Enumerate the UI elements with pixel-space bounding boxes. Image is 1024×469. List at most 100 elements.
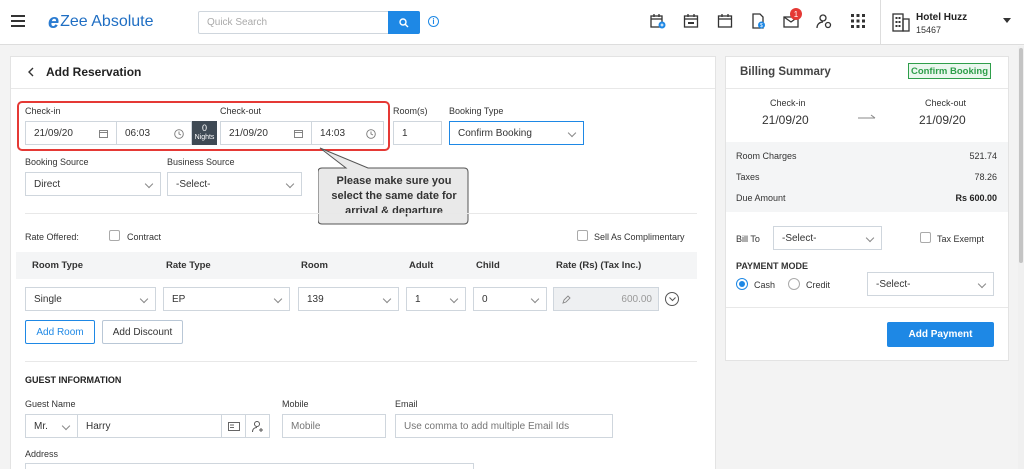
col-rate-type: Rate Type: [166, 260, 211, 271]
billing-title: Billing Summary: [740, 66, 831, 78]
logo-mark: e: [48, 10, 60, 33]
arrow-right-icon: [858, 113, 876, 124]
child-select[interactable]: 0: [473, 287, 547, 311]
calendar-icon[interactable]: [716, 12, 734, 30]
divider: [11, 88, 715, 89]
chevron-down-icon: [977, 279, 987, 289]
business-source-label: Business Source: [167, 157, 235, 167]
bill-to-value: -Select-: [782, 232, 817, 244]
add-user-icon: [252, 420, 263, 432]
payment-method-value: -Select-: [876, 278, 911, 290]
add-discount-button[interactable]: Add Discount: [102, 320, 183, 344]
complimentary-checkbox[interactable]: [577, 230, 588, 241]
id-card-button[interactable]: [221, 414, 246, 438]
hotel-building-icon: [892, 12, 910, 35]
col-adult: Adult: [409, 260, 434, 271]
page-title: Add Reservation: [46, 65, 142, 79]
col-room: Room: [301, 260, 328, 271]
add-room-button[interactable]: Add Room: [25, 320, 95, 344]
rooms-input[interactable]: 1: [393, 121, 442, 145]
contract-checkbox[interactable]: [109, 230, 120, 241]
room-type-select[interactable]: Single: [25, 287, 156, 311]
adult-value: 1: [415, 293, 421, 305]
business-source-value: -Select-: [176, 178, 211, 190]
guest-name-input[interactable]: Harry: [77, 414, 222, 438]
child-value: 0: [482, 293, 488, 305]
add-payment-button[interactable]: Add Payment: [887, 322, 994, 347]
invoice-icon[interactable]: $: [749, 12, 767, 30]
col-rate: Rate (Rs) (Tax Inc.): [556, 260, 642, 271]
user-settings-icon[interactable]: [815, 12, 833, 30]
room-charges-label: Room Charges: [736, 151, 797, 161]
email-label: Email: [395, 399, 418, 409]
room-value: 139: [307, 293, 324, 305]
hotel-dropdown-icon[interactable]: [1003, 18, 1011, 23]
bill-to-select[interactable]: -Select-: [773, 226, 882, 250]
stay-view-icon[interactable]: [682, 12, 700, 30]
chevron-down-icon: [144, 179, 154, 189]
divider: [880, 0, 881, 45]
menu-icon[interactable]: [11, 15, 25, 27]
booking-type-label: Booking Type: [449, 106, 504, 116]
rate-offered-label: Rate Offered:: [25, 232, 79, 242]
rate-type-select[interactable]: EP: [163, 287, 290, 311]
cash-label: Cash: [754, 280, 776, 290]
scrollbar-thumb[interactable]: [1019, 48, 1023, 263]
booking-type-select[interactable]: Confirm Booking: [449, 121, 584, 145]
info-icon[interactable]: i: [428, 16, 439, 27]
complimentary-label: Sell As Complimentary: [594, 232, 685, 242]
chevron-down-icon: [273, 294, 283, 304]
search-input[interactable]: [199, 12, 387, 33]
apps-grid-icon[interactable]: [849, 12, 867, 30]
billing-checkin-label: Check-in: [770, 98, 806, 108]
business-source-select[interactable]: -Select-: [167, 172, 302, 196]
billing-checkout-label: Check-out: [925, 98, 967, 108]
add-reservation-icon[interactable]: [649, 12, 667, 30]
salutation-select[interactable]: Mr.: [25, 414, 78, 438]
mobile-label: Mobile: [282, 399, 309, 409]
back-icon[interactable]: [27, 67, 35, 80]
guest-name-label: Guest Name: [25, 399, 76, 409]
expand-row-icon[interactable]: [665, 292, 679, 306]
chevron-down-icon: [449, 294, 459, 304]
adult-select[interactable]: 1: [406, 287, 466, 311]
logo-text: Zee Absolute: [60, 13, 154, 30]
address-input[interactable]: [25, 463, 474, 469]
chevron-down-icon: [382, 294, 392, 304]
chevron-down-icon: [139, 294, 149, 304]
search-button[interactable]: [388, 11, 420, 34]
chevron-down-icon: [61, 421, 71, 431]
divider: [726, 307, 1008, 308]
booking-source-value: Direct: [34, 178, 61, 190]
col-room-type: Room Type: [32, 260, 84, 271]
booking-source-label: Booking Source: [25, 157, 89, 167]
divider: [25, 361, 697, 362]
billing-checkout-date: 21/09/20: [919, 113, 966, 127]
contract-label: Contract: [127, 232, 162, 242]
tax-exempt-label: Tax Exempt: [937, 234, 985, 244]
cash-radio[interactable]: [736, 278, 748, 290]
booking-source-select[interactable]: Direct: [25, 172, 161, 196]
salutation-value: Mr.: [34, 420, 48, 432]
chevron-down-icon: [530, 294, 540, 304]
room-select[interactable]: 139: [298, 287, 399, 311]
bill-to-label: Bill To: [736, 234, 760, 244]
chevron-down-icon: [567, 128, 577, 138]
due-amount-label: Due Amount: [736, 193, 786, 203]
room-type-value: Single: [34, 293, 62, 305]
taxes-label: Taxes: [736, 172, 760, 182]
address-label: Address: [25, 449, 59, 459]
mobile-input[interactable]: [282, 414, 386, 438]
payment-mode-label: PAYMENT MODE: [736, 261, 809, 271]
hotel-name[interactable]: Hotel Huzz: [916, 12, 967, 23]
chevron-down-icon: [865, 233, 875, 243]
email-input[interactable]: [395, 414, 613, 438]
credit-radio[interactable]: [788, 278, 800, 290]
add-guest-button[interactable]: [245, 414, 270, 438]
app-logo[interactable]: e Zee Absolute: [48, 11, 154, 33]
svg-text:$: $: [760, 23, 763, 29]
payment-method-select[interactable]: -Select-: [867, 272, 994, 296]
rooms-label: Room(s): [393, 106, 428, 116]
tax-exempt-checkbox[interactable]: [920, 232, 931, 243]
rate-type-value: EP: [172, 293, 186, 305]
